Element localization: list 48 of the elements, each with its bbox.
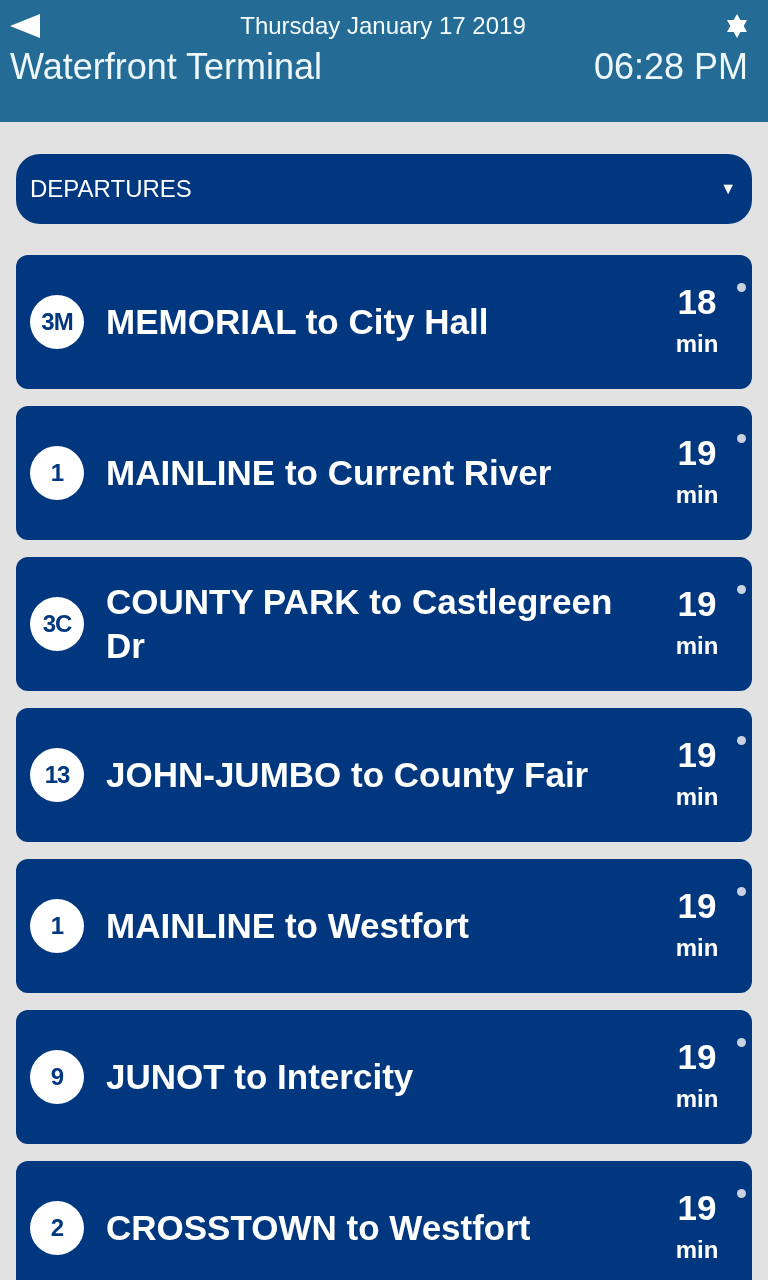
back-button[interactable] — [10, 14, 40, 38]
realtime-dot-icon — [737, 1038, 746, 1047]
minutes-value: 18 — [677, 281, 717, 323]
minutes-value: 19 — [677, 885, 717, 927]
minutes-unit: min — [675, 1084, 719, 1114]
departure-card[interactable]: 3M MEMORIAL to City Hall 18 min — [16, 255, 752, 389]
departure-card[interactable]: 9 JUNOT to Intercity 19 min — [16, 1010, 752, 1144]
departure-card[interactable]: 1 MAINLINE to Westfort 19 min — [16, 859, 752, 993]
route-badge: 9 — [30, 1050, 84, 1104]
current-time: 06:28 PM — [593, 46, 748, 88]
realtime-dot-icon — [737, 434, 746, 443]
destination-text: JUNOT to Intercity — [106, 1056, 415, 1098]
realtime-dot-icon — [737, 887, 746, 896]
date-text: Thursday January 17 2019 — [240, 12, 526, 40]
departure-card[interactable]: 2 CROSSTOWN to Westfort 19 min — [16, 1161, 752, 1280]
route-badge: 3C — [30, 597, 84, 651]
destination-text: CROSSTOWN to Westfort — [106, 1207, 532, 1249]
station-name: Waterfront Terminal — [10, 46, 323, 88]
minutes-unit: min — [675, 480, 719, 510]
realtime-dot-icon — [737, 585, 746, 594]
route-badge: 1 — [30, 899, 84, 953]
departure-card[interactable]: 1 MAINLINE to Current River 19 min — [16, 406, 752, 540]
destination-text: MAINLINE to Current River — [106, 452, 553, 494]
departures-dropdown[interactable]: DEPARTURES ▼ — [16, 154, 752, 224]
departure-card[interactable]: 13 JOHN-JUMBO to County Fair 19 min — [16, 708, 752, 842]
destination-text: MEMORIAL to City Hall — [106, 301, 490, 343]
route-badge: 13 — [30, 748, 84, 802]
minutes-value: 19 — [677, 1036, 717, 1078]
star-icon[interactable] — [726, 14, 748, 38]
realtime-dot-icon — [737, 1189, 746, 1198]
minutes-value: 19 — [677, 734, 717, 776]
minutes-unit: min — [675, 329, 719, 359]
minutes-unit: min — [675, 782, 719, 812]
minutes-value: 19 — [677, 1187, 717, 1229]
route-badge: 3M — [30, 295, 84, 349]
minutes-unit: min — [675, 933, 719, 963]
realtime-dot-icon — [737, 736, 746, 745]
destination-text: MAINLINE to Westfort — [106, 905, 470, 947]
destination-text: JOHN-JUMBO to County Fair — [106, 754, 590, 796]
minutes-unit: min — [675, 631, 719, 661]
route-badge: 2 — [30, 1201, 84, 1255]
departure-card[interactable]: 3C COUNTY PARK to Castlegreen Dr 19 min — [16, 557, 752, 691]
minutes-unit: min — [675, 1235, 719, 1265]
realtime-dot-icon — [737, 283, 746, 292]
route-badge: 1 — [30, 446, 84, 500]
destination-text: COUNTY PARK to Castlegreen Dr — [106, 581, 614, 667]
minutes-value: 19 — [677, 432, 717, 474]
minutes-value: 19 — [677, 583, 717, 625]
